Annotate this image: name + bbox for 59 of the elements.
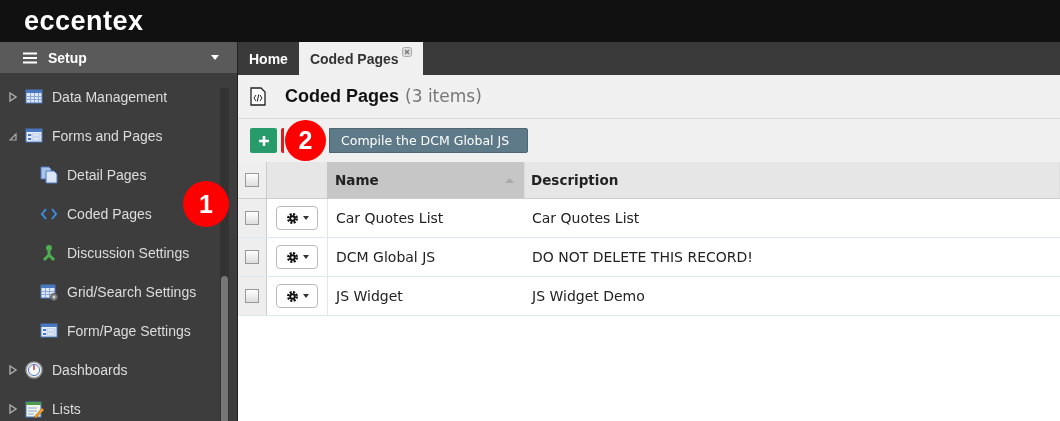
caret-icon [302,294,309,298]
sidebar-item[interactable]: Discussion Settings [0,233,190,272]
sort-arrow-icon [505,177,514,183]
sidebar-item[interactable]: Dashboards [0,350,128,389]
caret-icon [211,55,219,60]
table-icon [25,87,44,106]
caret-icon [302,255,309,259]
sidebar-item[interactable]: Detail Pages [0,155,147,194]
form-icon [40,321,59,340]
page-title: Coded Pages [285,86,400,106]
table-cell-text: JS Widget Demo [530,287,646,306]
caret-icon [302,216,309,220]
collapsed-arrow-icon[interactable] [9,364,17,375]
table-cell-text: JS Widget [334,287,404,306]
actions-button[interactable] [276,245,318,269]
gear-icon [285,211,299,225]
sidebar-item[interactable]: Coded Pages [0,194,152,233]
collapsed-arrow-icon[interactable] [9,91,17,102]
row-checkbox[interactable] [245,211,259,225]
sidebar-title: Setup [48,49,88,66]
select-all-checkbox[interactable] [245,173,259,187]
tab[interactable]: Coded Pages [298,42,423,75]
grid-gear-icon [40,282,59,301]
sidebar-item[interactable]: Data Management [0,77,168,116]
pages-icon [40,165,59,184]
table-cell-text: Car Quotes List [335,209,445,228]
menu-icon [23,51,37,64]
expanded-arrow-icon[interactable] [9,130,17,141]
scrollbar[interactable] [220,88,229,421]
column-header[interactable]: Name [327,162,525,198]
tab[interactable]: Home [238,42,299,75]
compile-button[interactable]: Compile the DCM Global JS [329,128,528,153]
table-cell-text: Car Quotes List [531,209,641,228]
item-count: (3 items) [405,86,482,106]
sidebar-item[interactable]: Lists [0,389,81,421]
list-pencil-icon [25,399,44,418]
gear-icon [285,250,299,264]
table-cell-text: DO NOT DELETE THIS RECORD! [531,248,754,267]
add-button[interactable] [250,128,277,153]
actions-button[interactable] [276,284,318,308]
plus-icon [258,135,269,146]
sidebar-item[interactable]: Forms and Pages [0,116,163,155]
sidebar-header[interactable]: Setup [0,42,237,73]
table-cell-text: DCM Global JS [335,248,437,267]
row-checkbox[interactable] [245,289,259,303]
column-header[interactable]: Description [525,162,1060,198]
delete-button[interactable] [281,128,284,153]
actions-button[interactable] [276,206,318,230]
code-file-icon [250,87,266,106]
close-icon[interactable] [401,47,412,57]
collapsed-arrow-icon[interactable] [9,403,17,414]
gauge-icon [25,360,44,379]
form-icon [25,126,44,145]
row-checkbox[interactable] [245,250,259,264]
app-logo: eccentex [24,5,144,37]
gear-icon [285,289,299,303]
sidebar-item[interactable]: Form/Page Settings [0,311,191,350]
sidebar-item[interactable]: Grid/Search Settings [0,272,197,311]
scrollbar-thumb[interactable] [221,276,228,421]
